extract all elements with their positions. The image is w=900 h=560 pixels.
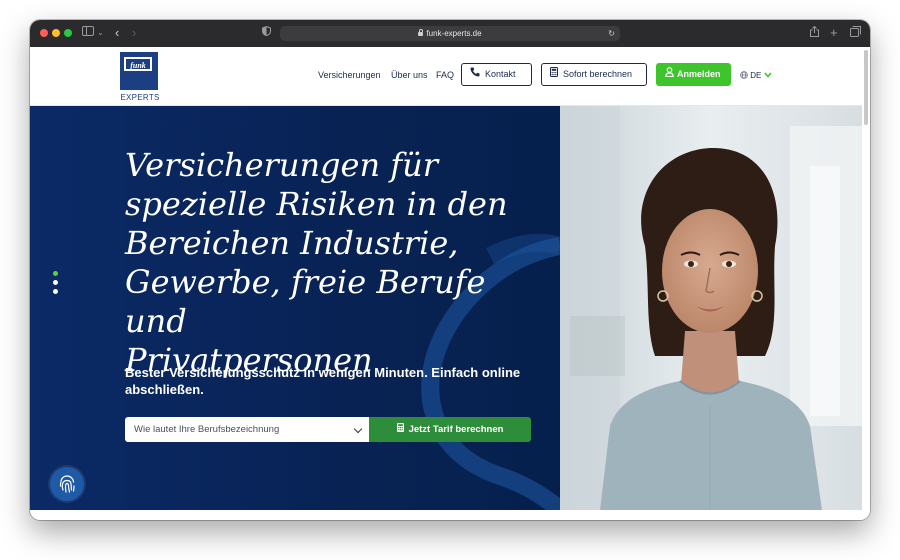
nav-ueber-uns[interactable]: Über uns <box>391 70 428 80</box>
slider-dot-2[interactable] <box>53 280 58 285</box>
language-selector[interactable]: DE <box>740 71 772 80</box>
login-label: Anmelden <box>677 69 721 79</box>
scrollbar-thumb[interactable] <box>864 50 868 125</box>
nav-versicherungen[interactable]: Versicherungen <box>318 70 381 80</box>
headline-line-4: Gewerbe, freie Berufe und <box>125 263 486 340</box>
user-icon <box>665 63 674 86</box>
lock-icon <box>418 29 424 36</box>
headline-line-2: spezielle Risiken in den <box>125 185 508 223</box>
hero-subline: Bester Versicherungsschutz in wenigen Mi… <box>125 365 521 397</box>
hero-photo <box>560 106 862 510</box>
contact-label: Kontakt <box>485 69 516 79</box>
chevron-down-icon <box>763 71 772 80</box>
sidebar-icon[interactable] <box>82 26 94 40</box>
site-header: funk EXPERTS Versicherungen Über uns FAQ… <box>30 47 870 106</box>
globe-icon <box>740 71 750 80</box>
headline-line-1: Versicherungen für <box>125 146 438 184</box>
logo[interactable]: funk <box>120 52 158 90</box>
calculate-button[interactable]: Sofort berechnen <box>541 63 647 86</box>
phone-icon <box>470 64 480 85</box>
calculator-icon <box>550 64 558 85</box>
chevron-down-icon <box>353 424 363 434</box>
url-text: funk-experts.de <box>426 29 482 38</box>
calculate-tariff-button[interactable]: Jetzt Tarif berechnen <box>369 417 531 442</box>
browser-window: ⌄ ‹ › funk-experts.de ↻ + funk EXPERTS V… <box>30 20 870 520</box>
profession-select[interactable]: Wie lautet Ihre Berufsbezeichnung <box>125 417 369 442</box>
login-button[interactable]: Anmelden <box>656 63 731 86</box>
new-tab-icon[interactable]: + <box>830 26 838 40</box>
browser-toolbar: ⌄ ‹ › funk-experts.de ↻ + <box>30 20 870 48</box>
nav-faq[interactable]: FAQ <box>436 70 454 80</box>
hero-headline: Versicherungen für spezielle Risiken in … <box>125 146 555 380</box>
back-icon[interactable]: ‹ <box>115 26 119 40</box>
hero-section: Versicherungen für spezielle Risiken in … <box>30 106 560 510</box>
fingerprint-icon <box>59 475 75 493</box>
slider-dots <box>53 271 59 298</box>
cta-label: Jetzt Tarif berechnen <box>408 424 504 436</box>
slider-dot-1[interactable] <box>53 271 58 276</box>
headline-line-3: Bereichen Industrie, <box>125 224 459 262</box>
calculate-label: Sofort berechnen <box>563 69 633 79</box>
share-icon[interactable] <box>810 25 819 41</box>
slider-dot-3[interactable] <box>53 289 58 294</box>
logo-mark: funk <box>124 57 152 71</box>
shield-icon[interactable] <box>262 25 271 40</box>
woman-portrait-image <box>560 106 862 510</box>
profession-select-placeholder: Wie lautet Ihre Berufsbezeichnung <box>134 424 280 435</box>
chevron-down-icon[interactable]: ⌄ <box>97 26 104 40</box>
logo-text: EXPERTS <box>120 93 160 102</box>
url-bar[interactable]: funk-experts.de ↻ <box>280 26 620 41</box>
tabs-icon[interactable] <box>850 26 861 41</box>
forward-icon[interactable]: › <box>132 26 136 40</box>
close-window-button[interactable] <box>40 29 48 37</box>
fingerprint-button[interactable] <box>50 467 84 501</box>
minimize-window-button[interactable] <box>52 29 60 37</box>
contact-button[interactable]: Kontakt <box>461 63 532 86</box>
reload-icon[interactable]: ↻ <box>608 26 615 41</box>
zoom-window-button[interactable] <box>64 29 72 37</box>
calculator-icon <box>396 417 404 442</box>
language-label: DE <box>750 71 762 80</box>
